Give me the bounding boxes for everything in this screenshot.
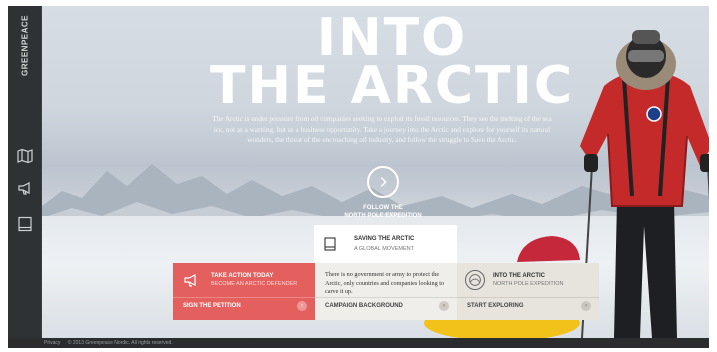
privacy-link[interactable]: Privacy: [44, 340, 60, 346]
arrow-right-icon[interactable]: ›: [297, 301, 307, 311]
follow-line2: NORTH POLE EXPEDITION: [344, 213, 422, 219]
follow-line1: FOLLOW THE: [363, 205, 403, 211]
copyright-text: © 2013 Greenpeace Nordic. All rights res…: [67, 340, 173, 346]
divider: [173, 297, 315, 298]
hero-intro: The Arctic is under pressure from oil co…: [212, 115, 552, 144]
red-bag: [517, 236, 580, 262]
chevron-right-icon: [380, 177, 387, 187]
take-action-card[interactable]: TAKE ACTION TODAY BECOME AN ARCTIC DEFEN…: [173, 263, 315, 320]
sidebar: GREENPEACE: [8, 6, 42, 338]
start-exploring-link[interactable]: START EXPLORING: [467, 303, 524, 309]
footer: Privacy © 2013 Greenpeace Nordic. All ri…: [8, 338, 709, 348]
megaphone-icon: [184, 274, 196, 287]
saving-the-arctic-card[interactable]: SAVING THE ARCTIC A GLOBAL MOVEMENT: [314, 225, 457, 263]
divider: [315, 297, 457, 298]
divider: [457, 297, 599, 298]
campaign-background-card[interactable]: There is no government or army to protec…: [315, 263, 457, 320]
campaign-background-link[interactable]: CAMPAIGN BACKGROUND: [325, 303, 403, 309]
action-subtitle: BECOME AN ARCTIC DEFENDER: [211, 281, 298, 287]
follow-expedition-button[interactable]: [367, 166, 399, 198]
explore-title: INTO THE ARCTIC: [493, 273, 545, 279]
arrow-right-icon[interactable]: ›: [439, 301, 449, 311]
greenpeace-logo[interactable]: GREENPEACE: [12, 15, 38, 76]
app-frame: GREENPEACE INTO THE ARCTIC The Arctic is…: [8, 6, 709, 348]
saving-title: SAVING THE ARCTIC: [354, 236, 415, 242]
campaign-background-text: There is no government or army to protec…: [325, 271, 445, 295]
megaphone-icon[interactable]: [17, 180, 33, 196]
arrow-right-icon[interactable]: ›: [581, 301, 591, 311]
into-the-arctic-card[interactable]: INTO THE ARCTIC NORTH POLE EXPEDITION ST…: [457, 263, 599, 320]
expedition-badge-icon: [465, 270, 485, 290]
saving-subtitle: A GLOBAL MOVEMENT: [354, 246, 415, 252]
follow-expedition-link[interactable]: FOLLOW THE NORTH POLE EXPEDITION: [322, 204, 444, 220]
sign-petition-link[interactable]: SIGN THE PETITION: [183, 303, 241, 309]
book-icon: [324, 237, 336, 251]
book-icon[interactable]: [17, 216, 33, 232]
explore-subtitle: NORTH POLE EXPEDITION: [493, 281, 564, 287]
map-icon[interactable]: [17, 148, 33, 164]
action-title: TAKE ACTION TODAY: [211, 273, 274, 279]
